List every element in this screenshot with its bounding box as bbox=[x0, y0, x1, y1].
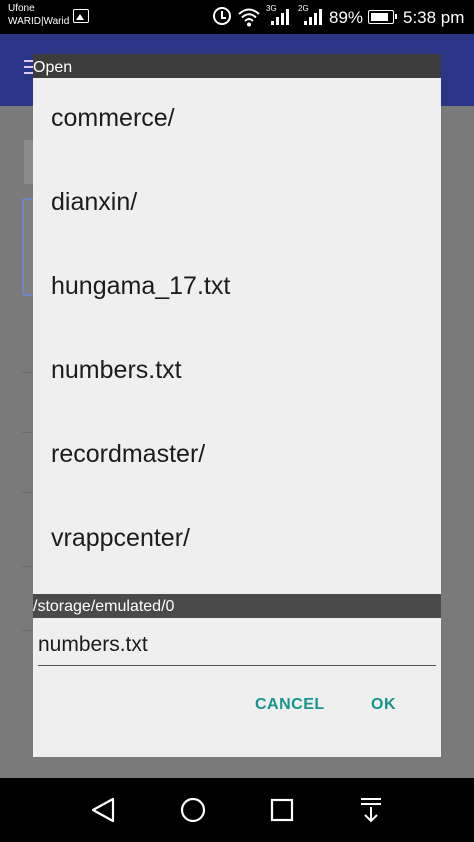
back-icon[interactable] bbox=[63, 778, 143, 842]
file-list[interactable]: commerce/ dianxin/ hungama_17.txt number… bbox=[33, 78, 441, 594]
filename-input[interactable] bbox=[38, 628, 436, 666]
file-item-recordmaster[interactable]: recordmaster/ bbox=[33, 414, 441, 498]
home-icon[interactable] bbox=[153, 778, 233, 842]
file-item-label: recordmaster/ bbox=[51, 440, 206, 468]
battery-icon bbox=[368, 10, 397, 24]
signal-icon bbox=[304, 9, 322, 25]
recents-icon[interactable] bbox=[242, 778, 322, 842]
file-item-label: dianxin/ bbox=[51, 188, 138, 216]
gallery-icon bbox=[73, 9, 89, 23]
clock: 5:38 pm bbox=[403, 8, 465, 27]
signal-icon bbox=[271, 9, 289, 25]
dialog-title-bar: Open bbox=[33, 54, 441, 78]
navigation-bar bbox=[0, 778, 474, 842]
file-item-hungama[interactable]: hungama_17.txt bbox=[33, 246, 441, 330]
current-path: /storage/emulated/0 bbox=[33, 598, 175, 615]
wifi-icon bbox=[238, 8, 260, 27]
carrier-primary: Ufone bbox=[8, 3, 35, 14]
path-bar: /storage/emulated/0 bbox=[33, 594, 441, 618]
cancel-button[interactable]: CANCEL bbox=[255, 696, 325, 714]
status-bar: Ufone WARID|Warid 3G 2G 89% 5:38 pm bbox=[0, 0, 474, 34]
dialog-title: Open bbox=[33, 59, 73, 76]
file-item-dianxin[interactable]: dianxin/ bbox=[33, 162, 441, 246]
ok-button[interactable]: OK bbox=[371, 696, 396, 714]
file-item-vrappcenter[interactable]: vrappcenter/ bbox=[33, 498, 441, 582]
file-item-label: commerce/ bbox=[51, 104, 175, 132]
open-file-dialog: Open commerce/ dianxin/ hungama_17.txt n… bbox=[33, 54, 441, 757]
notification-pull-icon[interactable] bbox=[331, 778, 411, 842]
battery-percent: 89% bbox=[329, 8, 364, 27]
alarm-icon bbox=[213, 7, 231, 25]
carrier-secondary: WARID|Warid bbox=[8, 16, 70, 27]
file-item-commerce[interactable]: commerce/ bbox=[33, 78, 441, 162]
file-item-label: numbers.txt bbox=[51, 356, 182, 384]
file-item-label: vrappcenter/ bbox=[51, 524, 190, 552]
file-item-label: hungama_17.txt bbox=[51, 272, 231, 300]
file-item-numbers[interactable]: numbers.txt bbox=[33, 330, 441, 414]
